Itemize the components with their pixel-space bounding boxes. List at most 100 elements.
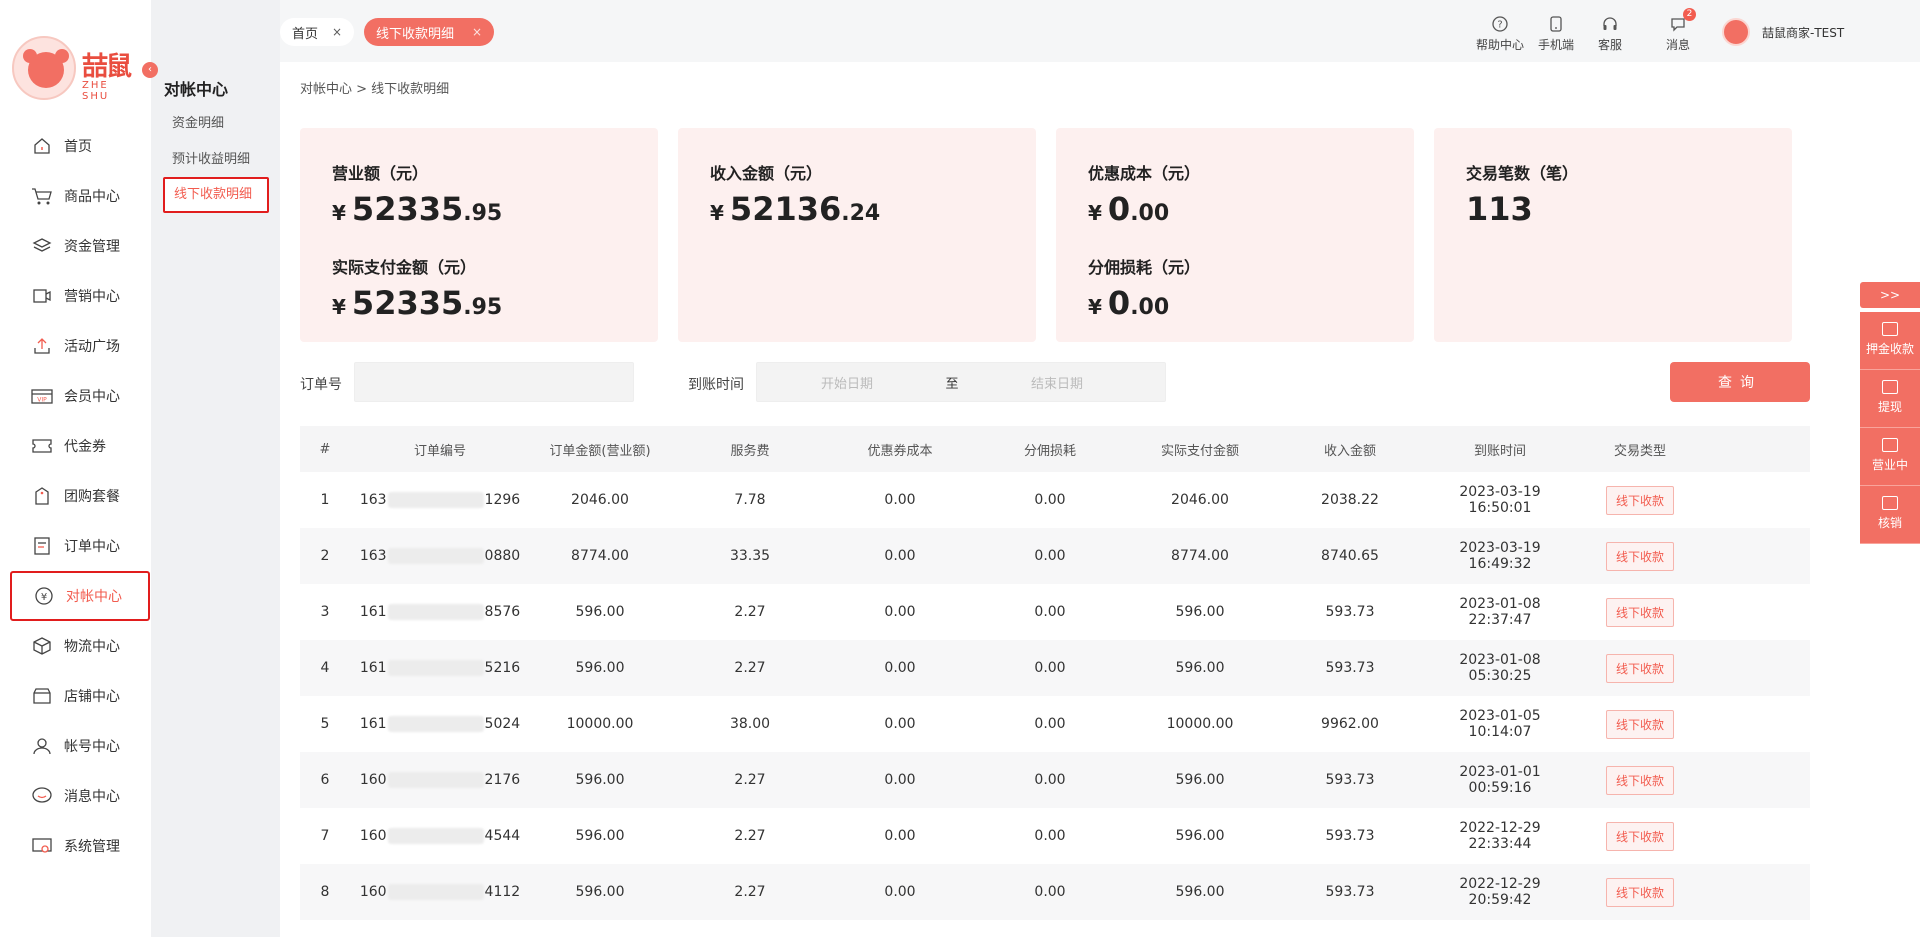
table-row[interactable]: 4 161 5216 596.00 2.27 0.00 0.00 596.00 593.73 20… bbox=[300, 640, 1810, 696]
transaction-type-cell: 线下收款 bbox=[1570, 877, 1710, 907]
sidebar-item-shop[interactable]: 店铺中心 bbox=[10, 671, 150, 721]
table-cell-n: 7 bbox=[320, 828, 330, 844]
table-cell-paid: 2046.00 bbox=[1171, 492, 1229, 508]
sidebar-item-settings[interactable]: 系统管理 bbox=[10, 821, 150, 871]
table-header: # 订单编号 订单金额(营业额) 服务费 优惠券成本 分佣损耗 实际支付金额 收入金额 到账时间… bbox=[300, 426, 1810, 472]
table-row[interactable]: 8 160 4112 596.00 2.27 0.00 0.00 596.00 593.73 20… bbox=[300, 864, 1810, 920]
subnav-item-offline-payment[interactable]: 线下收款明细 bbox=[163, 177, 269, 213]
table-row[interactable]: 2 163 0880 8774.00 33.35 0.00 0.00 8774.00 8740.… bbox=[300, 528, 1810, 584]
table-cell-paid: 596.00 bbox=[1175, 884, 1225, 900]
help-center-button[interactable]: ? 帮助中心 bbox=[1476, 14, 1524, 53]
sidebar-item-message[interactable]: 消息中心 bbox=[10, 771, 150, 821]
transaction-type-tag: 线下收款 bbox=[1605, 877, 1674, 907]
help-center-label: 帮助中心 bbox=[1476, 38, 1525, 52]
sidebar-item-label: 帐号中心 bbox=[64, 739, 120, 755]
deposit-collection-button[interactable]: 押金收款 bbox=[1860, 312, 1920, 370]
redacted-segment bbox=[387, 716, 484, 732]
table-cell-income: 593.73 bbox=[1325, 884, 1375, 900]
date-range-picker[interactable]: 开始日期 至 结束日期 bbox=[756, 362, 1166, 402]
table-cell-time: 2023-01-08 05:30:25 bbox=[1459, 652, 1541, 684]
card-value: ¥52335.95 bbox=[332, 190, 503, 228]
card-label: 收入金额（元） bbox=[710, 164, 823, 183]
table-row[interactable]: 3 161 8576 596.00 2.27 0.00 0.00 596.00 593.73 20… bbox=[300, 584, 1810, 640]
redacted-segment bbox=[387, 884, 484, 900]
svg-text:VIP: VIP bbox=[37, 397, 47, 404]
order-number-cell: 160 4544 bbox=[359, 828, 521, 844]
mobile-button[interactable]: 手机端 bbox=[1538, 14, 1574, 53]
table-cell-fee: 2.27 bbox=[734, 828, 766, 844]
tab-home[interactable]: 首页 × bbox=[280, 18, 354, 46]
redacted-segment bbox=[387, 772, 484, 788]
user-menu[interactable]: 喆鼠商家-TEST bbox=[1722, 18, 1844, 46]
transaction-type-cell: 线下收款 bbox=[1570, 485, 1710, 515]
query-button[interactable]: 查询 bbox=[1670, 362, 1810, 402]
vip-icon: VIP bbox=[30, 384, 54, 408]
withdraw-button[interactable]: 提现 bbox=[1860, 370, 1920, 428]
table-row[interactable]: 5 161 5024 10000.00 38.00 0.00 0.00 10000.00 996… bbox=[300, 696, 1810, 752]
column-header: 服务费 bbox=[730, 443, 770, 459]
home-icon bbox=[30, 134, 54, 158]
sidebar-item-order[interactable]: 订单中心 bbox=[10, 521, 150, 571]
table-row[interactable]: 6 160 2176 596.00 2.27 0.00 0.00 596.00 593.73 20… bbox=[300, 752, 1810, 808]
order-number-cell: 161 5216 bbox=[359, 660, 521, 676]
table-cell-comm: 0.00 bbox=[1034, 660, 1066, 676]
messages-label: 消息 bbox=[1666, 38, 1691, 52]
sidebar-item-home[interactable]: 首页 bbox=[10, 121, 150, 171]
table-row[interactable]: 7 160 4544 596.00 2.27 0.00 0.00 596.00 593.73 20… bbox=[300, 808, 1810, 864]
order-number-input[interactable] bbox=[354, 362, 634, 402]
redacted-segment bbox=[387, 492, 484, 508]
shop-icon bbox=[30, 684, 54, 708]
sidebar-item-marketing[interactable]: 营销中心 bbox=[10, 271, 150, 321]
tab-offline-payment[interactable]: 线下收款明细 × bbox=[364, 18, 494, 46]
table-cell-coupon: 0.00 bbox=[884, 884, 916, 900]
transaction-type-cell: 线下收款 bbox=[1570, 821, 1710, 851]
messages-button[interactable]: 2 消息 bbox=[1666, 8, 1696, 53]
sidebar-item-tag[interactable]: 团购套餐 bbox=[10, 471, 150, 521]
table-cell-fee: 2.27 bbox=[734, 772, 766, 788]
column-header: 实际支付金额 bbox=[1160, 443, 1239, 459]
verify-button[interactable]: 核销 bbox=[1860, 486, 1920, 544]
transaction-type-cell: 线下收款 bbox=[1570, 765, 1710, 795]
sidebar-item-label: 商品中心 bbox=[64, 189, 120, 205]
sidebar-item-layers[interactable]: 资金管理 bbox=[10, 221, 150, 271]
table-cell-income: 2038.22 bbox=[1321, 492, 1379, 508]
table-cell-amt: 596.00 bbox=[575, 660, 625, 676]
table-cell-amt: 596.00 bbox=[575, 772, 625, 788]
tab-home-label: 首页 bbox=[292, 26, 319, 42]
table-cell-n: 5 bbox=[320, 716, 330, 732]
table-cell-time: 2023-03-19 16:49:32 bbox=[1459, 540, 1541, 572]
redacted-segment bbox=[387, 604, 484, 620]
sidebar-item-yen[interactable]: ¥ 对帐中心 bbox=[10, 571, 150, 621]
sidebar-item-user[interactable]: 帐号中心 bbox=[10, 721, 150, 771]
sidebar-item-coupon[interactable]: 代金券 bbox=[10, 421, 150, 471]
cart-icon bbox=[30, 184, 54, 208]
start-date-input[interactable]: 开始日期 bbox=[757, 373, 937, 392]
help-icon: ? bbox=[1490, 14, 1510, 34]
table-cell-time: 2022-12-29 20:59:42 bbox=[1459, 876, 1541, 908]
table-cell-fee: 38.00 bbox=[729, 716, 771, 732]
sidebar-item-box[interactable]: 物流中心 bbox=[10, 621, 150, 671]
float-toggle-button[interactable]: >> bbox=[1860, 282, 1920, 308]
collapse-sidebar-button[interactable]: ‹ bbox=[142, 62, 158, 78]
order-number-cell: 163 1296 bbox=[359, 492, 521, 508]
coupon-icon bbox=[30, 434, 54, 458]
summary-card-discount: 优惠成本（元） ¥0.00 分佣损耗（元） ¥0.00 bbox=[1056, 128, 1414, 342]
subnav-item-expected-income[interactable]: 预计收益明细 bbox=[163, 142, 269, 178]
subnav-item-fund-detail[interactable]: 资金明细 bbox=[163, 106, 269, 142]
tab-home-close-icon[interactable]: × bbox=[332, 25, 342, 39]
business-status-button[interactable]: 营业中 bbox=[1860, 428, 1920, 486]
sidebar-item-vip[interactable]: VIP 会员中心 bbox=[10, 371, 150, 421]
sidebar-item-cart[interactable]: 商品中心 bbox=[10, 171, 150, 221]
order-icon bbox=[30, 534, 54, 558]
tab-current-close-icon[interactable]: × bbox=[472, 25, 482, 39]
sidebar-item-upload[interactable]: 活动广场 bbox=[10, 321, 150, 371]
table-cell-n: 8 bbox=[320, 884, 330, 900]
table-cell-paid: 596.00 bbox=[1175, 604, 1225, 620]
table-row[interactable]: 1 163 1296 2046.00 7.78 0.00 0.00 2046.00 2038.2… bbox=[300, 472, 1810, 528]
table-cell-time: 2022-12-29 22:33:44 bbox=[1459, 820, 1541, 852]
table-cell-fee: 2.27 bbox=[734, 660, 766, 676]
customer-service-button[interactable]: 客服 bbox=[1598, 14, 1622, 53]
end-date-input[interactable]: 结束日期 bbox=[967, 373, 1147, 392]
table-cell-comm: 0.00 bbox=[1034, 884, 1066, 900]
logo[interactable]: 喆鼠 ZHE SHU bbox=[12, 36, 132, 102]
